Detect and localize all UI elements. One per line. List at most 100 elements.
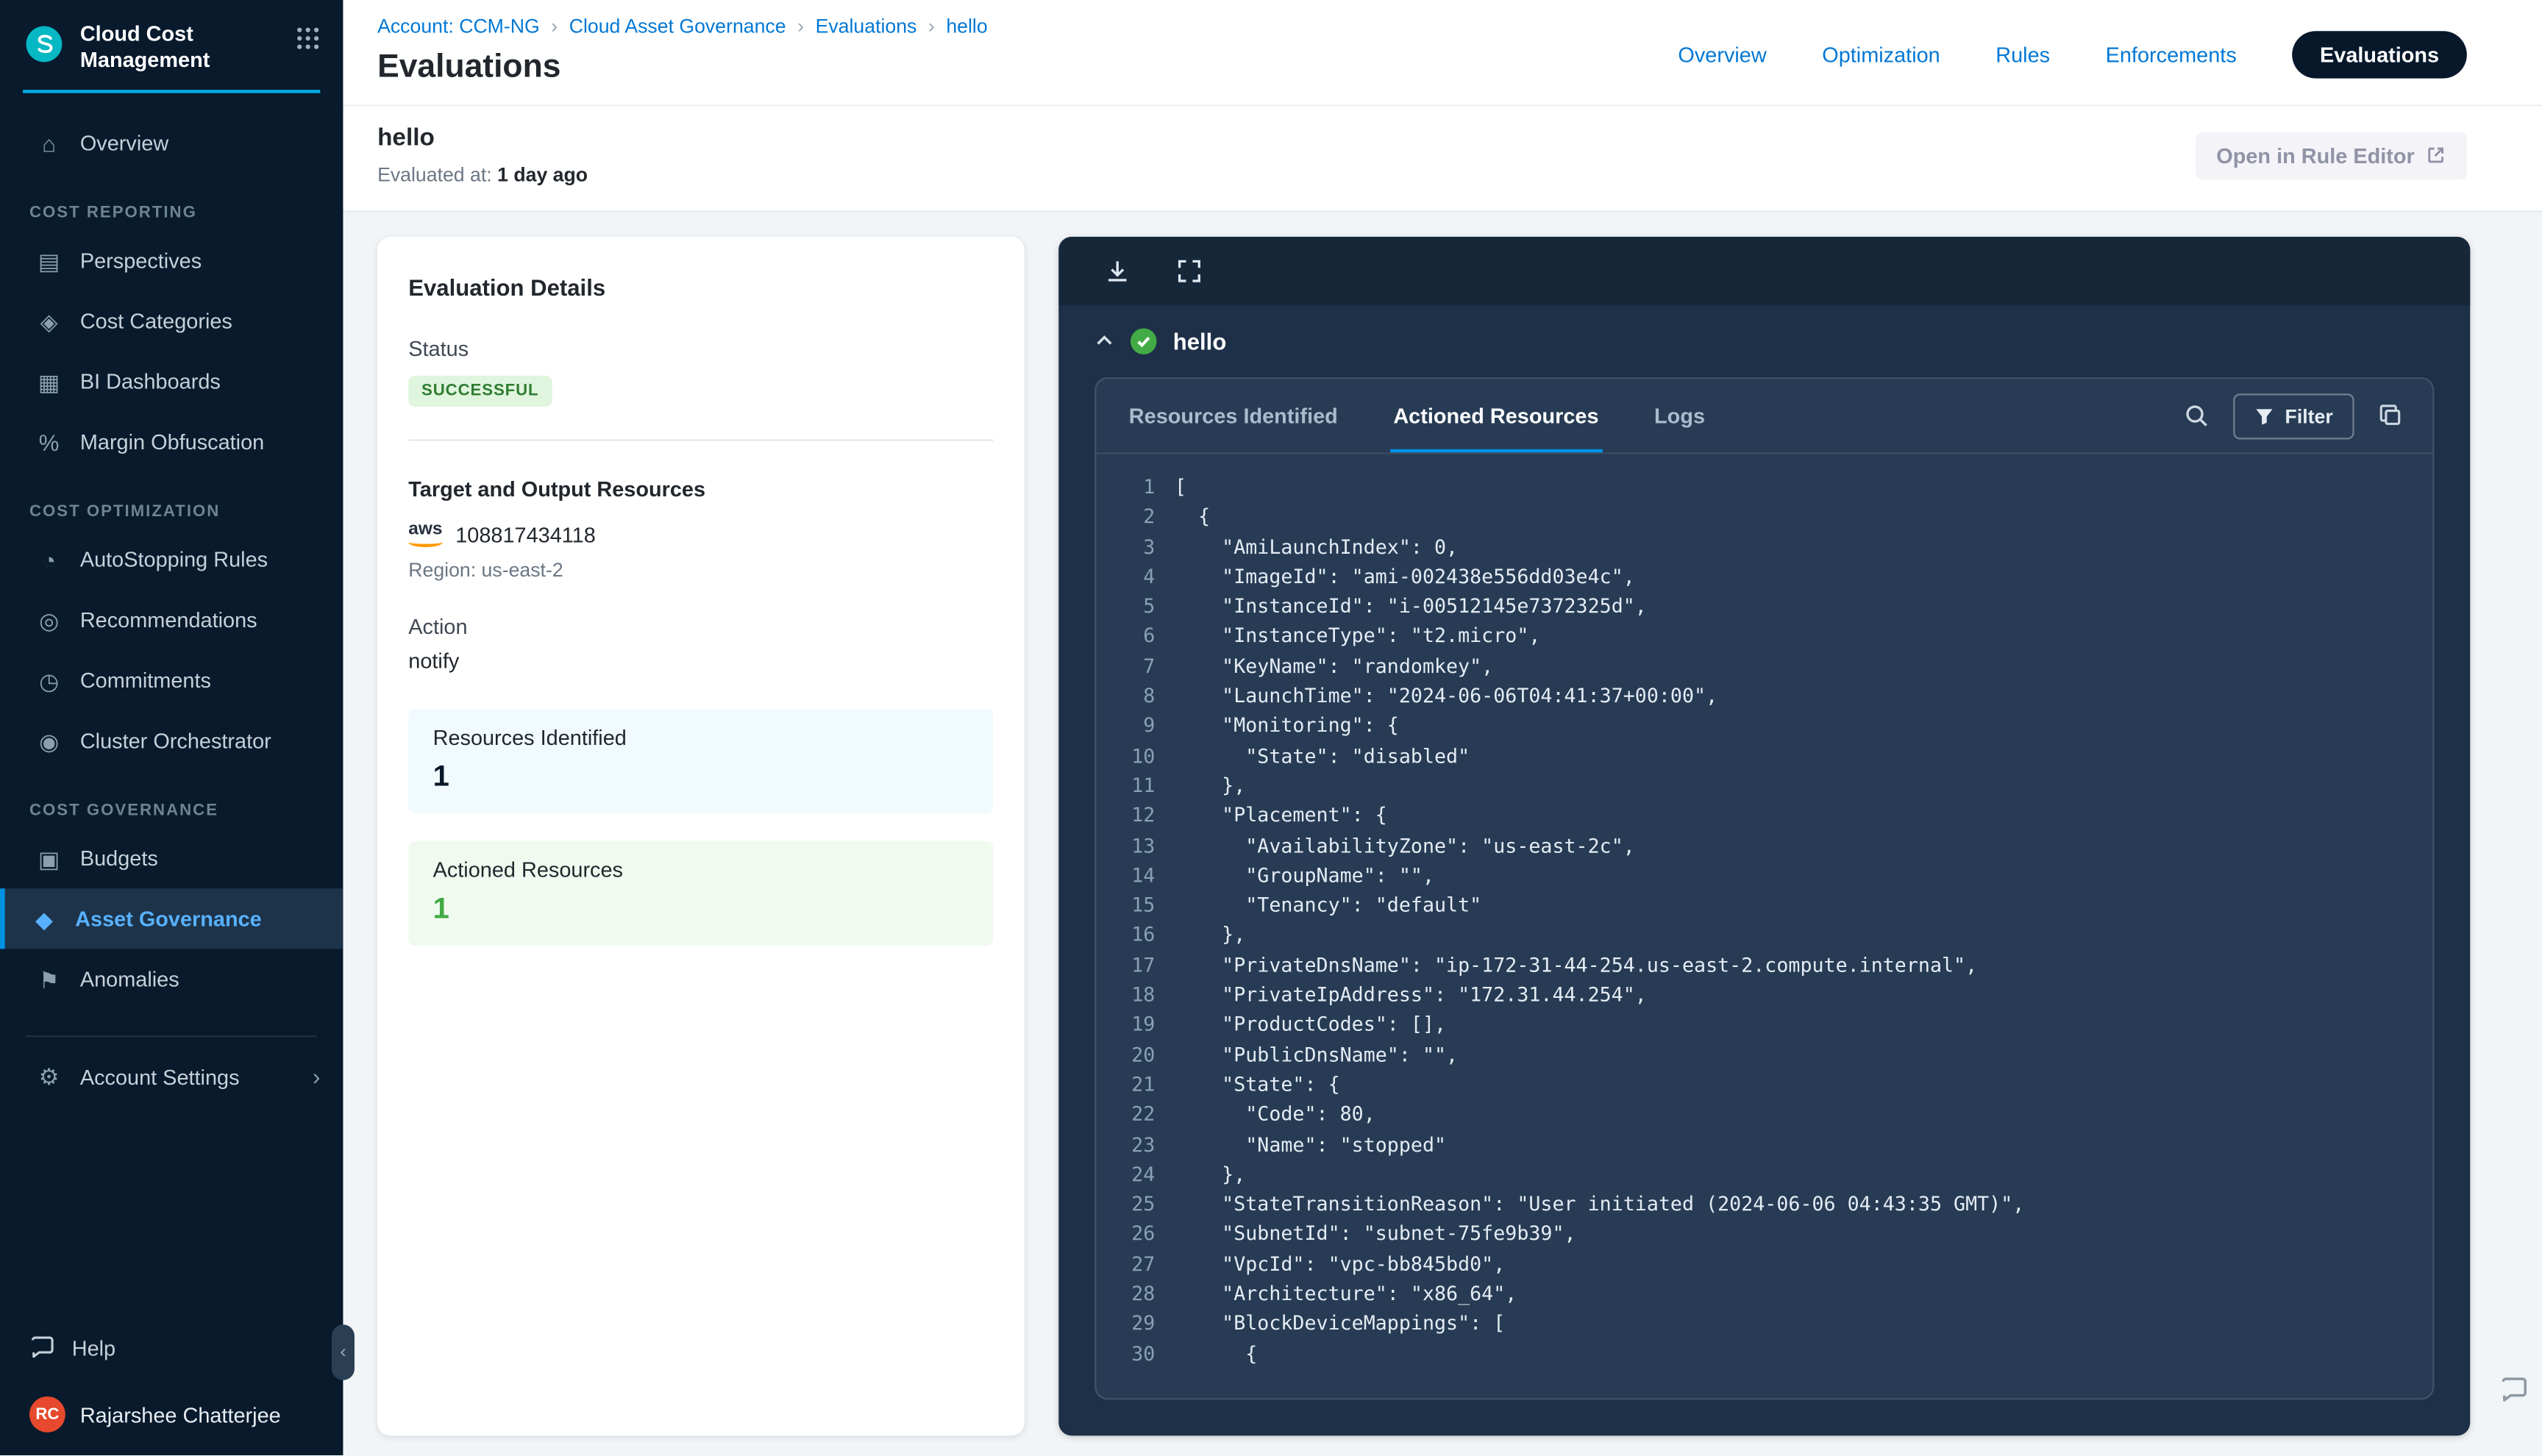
nav-optimization[interactable]: Optimization (1822, 43, 1940, 67)
filter-button[interactable]: Filter (2232, 393, 2354, 438)
code-line: 6 "InstanceType": "t2.micro", (1096, 621, 2432, 652)
viewer-title: hello (1173, 328, 1227, 354)
chat-bubble-icon (29, 1335, 56, 1362)
code-line: 28 "Architecture": "x86_64", (1096, 1279, 2432, 1309)
top-header: Account: CCM-NG›Cloud Asset Governance›E… (343, 0, 2542, 106)
line-number: 25 (1096, 1189, 1175, 1219)
line-content: "PublicDnsName": "", (1175, 1040, 1458, 1070)
sidebar-section-cost-reporting: COST REPORTING (29, 204, 313, 222)
copy-icon[interactable] (2379, 404, 2403, 428)
line-content: "State": "disabled" (1175, 741, 1470, 771)
breadcrumb-account-ccm-ng[interactable]: Account: CCM-NG (377, 15, 540, 38)
sidebar-collapse-handle[interactable]: ‹ (332, 1325, 355, 1381)
line-number: 12 (1096, 801, 1175, 831)
line-content: "ProductCodes": [], (1175, 1010, 1446, 1040)
code-line: 16 }, (1096, 920, 2432, 950)
sidebar-item-commitments[interactable]: ◷ Commitments (0, 650, 343, 710)
module-underline (23, 90, 320, 93)
chevron-right-icon: › (313, 1063, 320, 1090)
download-icon[interactable] (1104, 258, 1131, 285)
code-line: 17 "PrivateDnsName": "ip-172-31-44-254.u… (1096, 950, 2432, 980)
nav-overview[interactable]: Overview (1678, 43, 1766, 67)
code-line: 26 "SubnetId": "subnet-75fe9b39", (1096, 1219, 2432, 1249)
commitments-icon: ◷ (35, 669, 64, 692)
external-link-icon (2426, 146, 2446, 165)
line-number: 7 (1096, 652, 1175, 682)
cluster-orchestrator-icon: ◉ (35, 729, 64, 752)
code-line: 5 "InstanceId": "i-00512145e7372325d", (1096, 591, 2432, 621)
breadcrumb-cloud-asset-governance[interactable]: Cloud Asset Governance (569, 15, 786, 38)
page-title: Evaluations (377, 49, 988, 87)
asset-governance-icon: ◆ (29, 907, 59, 930)
filter-funnel-icon (2254, 406, 2274, 426)
sidebar-item-account-settings[interactable]: ⚙ Account Settings › (0, 1043, 343, 1109)
gear-icon: ⚙ (35, 1065, 64, 1088)
line-content: "Architecture": "x86_64", (1175, 1279, 1517, 1309)
stat-value: 1 (433, 892, 969, 927)
sidebar-item-label: AutoStopping Rules (80, 547, 268, 571)
breadcrumb-hello[interactable]: hello (946, 15, 987, 38)
app-root: Cloud Cost Management ⌂Overview COST REPO… (0, 0, 2542, 1456)
margin-obfuscation-icon: % (35, 430, 64, 453)
breadcrumb-evaluations[interactable]: Evaluations (816, 15, 917, 38)
sidebar-item-label: Cluster Orchestrator (80, 729, 271, 753)
code-line: 8 "LaunchTime": "2024-06-06T04:41:37+00:… (1096, 681, 2432, 711)
sidebar-item-budgets[interactable]: ▣Budgets (0, 828, 343, 888)
aws-account-id: 108817434118 (455, 522, 596, 546)
nav-enforcements[interactable]: Enforcements (2106, 43, 2237, 67)
tab-actioned-resources[interactable]: Actioned Resources (1390, 379, 1602, 452)
user-name: Rajarshee Chatterjee (80, 1403, 281, 1427)
open-rule-editor-button[interactable]: Open in Rule Editor (2195, 132, 2466, 179)
line-content: [ (1175, 472, 1186, 502)
line-number: 22 (1096, 1099, 1175, 1130)
sidebar-header: Cloud Cost Management (0, 0, 343, 87)
sidebar-item-asset-governance[interactable]: ◆Asset Governance (0, 888, 343, 949)
code-editor[interactable]: 1[2 {3 "AmiLaunchIndex": 0,4 "ImageId": … (1096, 454, 2432, 1399)
feedback-icon[interactable] (2499, 1376, 2529, 1413)
search-icon[interactable] (2184, 404, 2208, 428)
code-line: 22 "Code": 80, (1096, 1099, 2432, 1130)
sidebar-item-bi-dashboards[interactable]: ▦BI Dashboards (0, 351, 343, 412)
help-button[interactable]: Help (29, 1335, 313, 1362)
stat-label: Actioned Resources (433, 857, 969, 882)
sidebar-item-label: Commitments (80, 668, 211, 692)
chevron-up-icon[interactable] (1094, 332, 1114, 351)
sidebar-item-overview[interactable]: ⌂Overview (0, 113, 343, 173)
line-number: 21 (1096, 1070, 1175, 1100)
nav-rules[interactable]: Rules (1995, 43, 2050, 67)
avatar: RC (29, 1397, 65, 1433)
aws-account-row: aws 108817434118 (408, 521, 993, 548)
user-profile[interactable]: RC Rajarshee Chatterjee (29, 1397, 313, 1433)
sidebar-item-perspectives[interactable]: ▤Perspectives (0, 230, 343, 290)
line-content: "VpcId": "vpc-bb845bd0", (1175, 1249, 1505, 1280)
evaluation-viewer-panel: hello Resources Identified Actioned Resou… (1058, 237, 2470, 1436)
stat-label: Resources Identified (433, 725, 969, 749)
code-line: 14 "GroupName": "", (1096, 860, 2432, 891)
sidebar-item-anomalies[interactable]: ⚑ Anomalies (0, 949, 343, 1009)
tab-resources-identified[interactable]: Resources Identified (1125, 379, 1341, 452)
code-line: 30 { (1096, 1338, 2432, 1368)
code-line: 23 "Name": "stopped" (1096, 1130, 2432, 1160)
module-grid-icon[interactable] (296, 26, 320, 59)
sidebar-item-recommendations[interactable]: ◎Recommendations (0, 590, 343, 650)
sidebar-item-label: Anomalies (80, 967, 179, 991)
code-line: 25 "StateTransitionReason": "User initia… (1096, 1189, 2432, 1219)
viewer-controls: Filter (2184, 393, 2403, 438)
fullscreen-icon[interactable] (1176, 258, 1203, 285)
line-number: 1 (1096, 472, 1175, 502)
breadcrumb: Account: CCM-NG›Cloud Asset Governance›E… (377, 15, 988, 38)
app-title: Cloud Cost Management (80, 21, 243, 73)
stat-resources-identified: Resources Identified1 (408, 709, 993, 813)
anomalies-icon: ⚑ (35, 968, 64, 991)
nav-evaluations[interactable]: Evaluations (2292, 31, 2467, 78)
sidebar-item-margin-obfuscation[interactable]: %Margin Obfuscation (0, 412, 343, 472)
sidebar-item-cost-categories[interactable]: ◈Cost Categories (0, 290, 343, 351)
code-line: 13 "AvailabilityZone": "us-east-2c", (1096, 831, 2432, 861)
stat-actioned-resources: Actioned Resources 1 (408, 841, 993, 946)
sidebar-item-cluster-orchestrator[interactable]: ◉ Cluster Orchestrator (0, 710, 343, 771)
evaluated-at: Evaluated at: 1 day ago (377, 163, 588, 186)
breadcrumb-separator: › (551, 15, 558, 38)
tab-logs[interactable]: Logs (1651, 379, 1709, 452)
sidebar-item-autostopping-rules[interactable]: ◔AutoStopping Rules (0, 529, 343, 590)
line-content: "LaunchTime": "2024-06-06T04:41:37+00:00… (1175, 681, 1717, 711)
